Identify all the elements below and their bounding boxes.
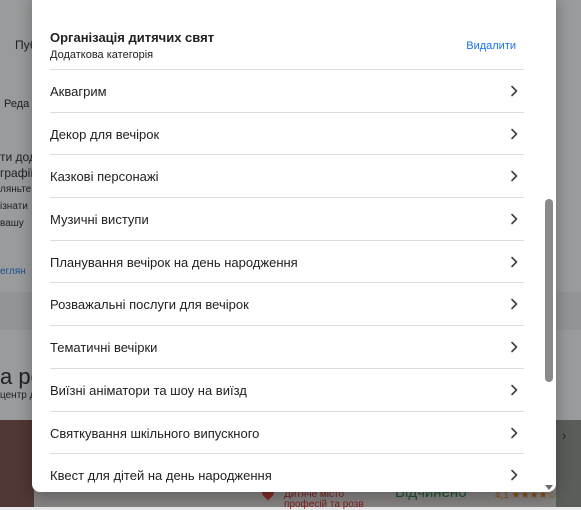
category-item-label: Виїзні аніматори та шоу на виїзд (50, 382, 247, 398)
category-item-label: Музичні виступи (50, 212, 149, 228)
selected-category-type: Додаткова категорія (50, 49, 154, 61)
chevron-right-icon (508, 469, 520, 481)
chevron-right-icon (508, 384, 520, 396)
category-item-label: Святкування шкільного випускного (50, 425, 260, 441)
category-item-label: Аквагрим (50, 84, 107, 99)
chevron-right-icon (508, 298, 520, 310)
category-item[interactable]: Квест для дітей на день народження (50, 453, 524, 492)
chevron-right-icon (508, 213, 520, 225)
selected-category-title: Організація дитячих свят (50, 30, 215, 45)
remove-button[interactable]: Видалити (466, 40, 516, 52)
category-item[interactable]: Тематичні вечірки (50, 325, 524, 368)
chevron-right-icon (508, 128, 520, 140)
category-item-label: Квест для дітей на день народження (50, 468, 272, 484)
category-item-label: Тематичні вечірки (50, 340, 158, 356)
scroll-down-arrow-icon[interactable] (544, 479, 554, 490)
category-dialog: Організація дитячих свят Додаткова катег… (32, 0, 556, 492)
category-item[interactable]: Казкові персонажі (50, 154, 524, 197)
category-item[interactable]: Розважальні послуги для вечірок (50, 282, 524, 325)
category-item-label: Казкові персонажі (50, 169, 159, 185)
category-item[interactable]: Святкування шкільного випускного (50, 410, 524, 454)
chevron-right-icon (508, 170, 520, 182)
chevron-right-icon (508, 427, 520, 439)
category-item[interactable]: Декор для вечірок (50, 111, 524, 155)
category-item[interactable]: Музичні виступи (50, 197, 524, 240)
category-item[interactable]: Аквагрим (50, 69, 524, 112)
category-item-label: Планування вечірок на день народження (50, 254, 298, 270)
category-item-label: Розважальні послуги для вечірок (50, 297, 249, 313)
chevron-right-icon (508, 85, 520, 97)
chevron-right-icon (508, 341, 520, 353)
category-list: Аквагрим Декор для вечірок Казкові персона… (50, 69, 524, 492)
dialog-header: Організація дитячих свят Додаткова катег… (50, 30, 556, 62)
category-item[interactable]: Виїзні аніматори та шоу на виїзд (50, 367, 524, 411)
scrollbar-thumb[interactable] (545, 199, 553, 382)
category-item-label: Декор для вечірок (50, 126, 160, 142)
chevron-right-icon (508, 256, 520, 268)
category-item[interactable]: Планування вечірок на день народження (50, 239, 524, 283)
